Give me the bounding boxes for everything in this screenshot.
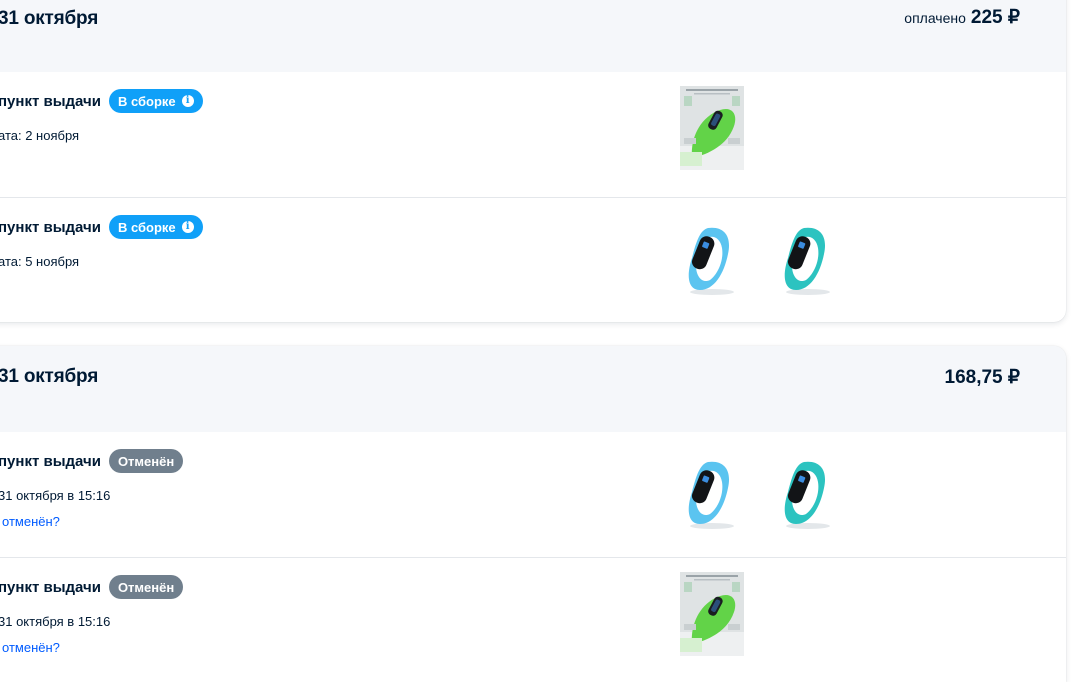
order-header: 31 октября оплачено 225 ₽ xyxy=(0,0,1066,72)
order-header: 31 октября 168,75 ₽ xyxy=(0,346,1066,432)
delivery-type: пункт выдачи xyxy=(0,218,101,236)
shipment-row: пункт выдачи Отменён 31 октября в 15:16 … xyxy=(0,557,1066,682)
shipment-title: пункт выдачи Отменён xyxy=(0,575,184,599)
status-badge: Отменён xyxy=(108,575,184,599)
shipment-row: пункт выдачи Отменён 31 октября в 15:16 … xyxy=(0,432,1066,557)
status-badge[interactable]: В сборке i xyxy=(108,89,203,113)
fitness-band-blue-image xyxy=(688,461,734,529)
product-thumbnail[interactable] xyxy=(680,86,744,170)
order-total: оплачено 225 ₽ xyxy=(904,6,1020,29)
product-thumbnail[interactable] xyxy=(776,218,840,302)
order-total: 168,75 ₽ xyxy=(945,366,1020,389)
product-thumbnail[interactable] xyxy=(680,218,744,302)
cancel-reason-link[interactable]: отменён? xyxy=(2,514,60,529)
status-label: В сборке xyxy=(117,93,176,109)
fitness-band-teal-image xyxy=(784,461,830,529)
shipment-title: пункт выдачи Отменён xyxy=(0,449,184,473)
cancel-time: 31 октября в 15:16 xyxy=(0,488,111,503)
status-label: Отменён xyxy=(117,453,175,469)
delivery-date: ата: 5 ноября xyxy=(0,254,80,269)
delivery-type: пункт выдачи xyxy=(0,452,101,470)
status-badge: Отменён xyxy=(108,449,184,473)
delivery-type: пункт выдачи xyxy=(0,578,101,596)
product-thumbnail[interactable] xyxy=(680,572,744,656)
total-amount: 225 ₽ xyxy=(970,7,1020,28)
orders-page: 31 октября оплачено 225 ₽ пункт выдачи В… xyxy=(0,0,1072,682)
delivery-type: пункт выдачи xyxy=(0,92,101,110)
product-thumbnail[interactable] xyxy=(680,452,744,536)
total-amount: 168,75 ₽ xyxy=(944,367,1020,388)
order-card: 31 октября 168,75 ₽ пункт выдачи Отменён… xyxy=(0,346,1066,682)
delivery-date: ата: 2 ноября xyxy=(0,128,80,143)
product-box-image xyxy=(680,572,744,656)
status-label: Отменён xyxy=(117,579,175,595)
status-badge[interactable]: В сборке i xyxy=(108,215,203,239)
order-card: 31 октября оплачено 225 ₽ пункт выдачи В… xyxy=(0,0,1066,322)
order-date[interactable]: 31 октября xyxy=(0,8,98,30)
product-box-image xyxy=(680,86,744,170)
shipment-row: пункт выдачи В сборке i ата: 5 ноября xyxy=(0,197,1066,322)
paid-label: оплачено xyxy=(904,10,966,26)
order-date[interactable]: 31 октября xyxy=(0,366,98,388)
shipment-row: пункт выдачи В сборке i ата: 2 ноября xyxy=(0,72,1066,197)
shipment-title: пункт выдачи В сборке i xyxy=(0,89,203,113)
product-thumbnail[interactable] xyxy=(776,452,840,536)
info-icon[interactable]: i xyxy=(181,95,194,107)
cancel-reason-link[interactable]: отменён? xyxy=(2,640,60,655)
fitness-band-blue-image xyxy=(688,227,734,295)
info-icon[interactable]: i xyxy=(181,221,194,233)
status-label: В сборке xyxy=(117,219,176,235)
fitness-band-teal-image xyxy=(784,227,830,295)
shipment-title: пункт выдачи В сборке i xyxy=(0,215,203,239)
cancel-time: 31 октября в 15:16 xyxy=(0,614,111,629)
